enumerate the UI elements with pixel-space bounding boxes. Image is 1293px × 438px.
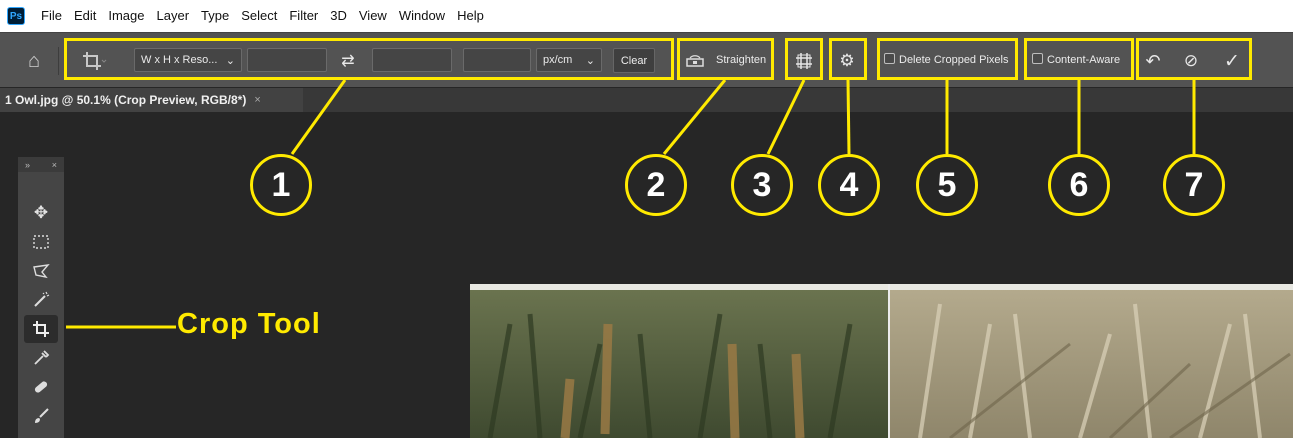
crop-frame-edge[interactable] [470, 284, 1293, 290]
move-icon[interactable]: ✥ [24, 199, 58, 227]
menu-filter[interactable]: Filter [283, 0, 324, 32]
callout-6: 6 [1048, 154, 1110, 216]
highlight-box-6 [1024, 38, 1134, 80]
menu-image[interactable]: Image [102, 0, 150, 32]
callout-3: 3 [731, 154, 793, 216]
divider [58, 47, 59, 75]
marquee-graphic [33, 235, 49, 249]
menu-type[interactable]: Type [195, 0, 235, 32]
menu-view[interactable]: View [353, 0, 393, 32]
menu-bar: Ps File Edit Image Layer Type Select Fil… [0, 0, 1293, 32]
menu-edit[interactable]: Edit [68, 0, 102, 32]
brush-icon[interactable] [24, 402, 58, 430]
menu-layer[interactable]: Layer [151, 0, 196, 32]
home-icon[interactable]: ⌂ [22, 49, 46, 73]
bandage-graphic [34, 381, 48, 393]
menu-help[interactable]: Help [451, 0, 490, 32]
tools-panel: » × ✥ [18, 157, 64, 438]
highlight-box-2 [677, 38, 774, 80]
highlight-box-3 [785, 38, 823, 80]
brush-graphic [35, 408, 49, 423]
healing-brush-icon[interactable] [24, 373, 58, 401]
callout-7: 7 [1163, 154, 1225, 216]
eyedropper-icon[interactable] [24, 344, 58, 372]
menu-file[interactable]: File [35, 0, 68, 32]
crop-grid-line [888, 284, 890, 438]
magic-wand-icon[interactable] [24, 286, 58, 314]
close-icon[interactable]: × [254, 94, 260, 106]
document-tab-bar: 1 Owl.jpg @ 50.1% (Crop Preview, RGB/8*)… [0, 88, 1293, 112]
callout-5: 5 [916, 154, 978, 216]
eyedropper-graphic [34, 350, 50, 365]
collapse-icon[interactable]: » [25, 160, 30, 170]
document-tab[interactable]: 1 Owl.jpg @ 50.1% (Crop Preview, RGB/8*)… [0, 88, 303, 112]
highlight-box-5 [877, 38, 1018, 80]
highlight-box-4 [829, 38, 867, 80]
menu-select[interactable]: Select [235, 0, 283, 32]
crop-icon[interactable] [24, 315, 58, 343]
callout-1: 1 [250, 154, 312, 216]
tools-panel-header: » × [18, 157, 64, 172]
marquee-icon[interactable] [24, 228, 58, 256]
wand-graphic [34, 291, 50, 307]
menu-window[interactable]: Window [393, 0, 451, 32]
canvas-image[interactable] [470, 284, 1293, 438]
menu-3d[interactable]: 3D [324, 0, 353, 32]
document-tab-title: 1 Owl.jpg @ 50.1% (Crop Preview, RGB/8*) [5, 93, 247, 107]
callout-4: 4 [818, 154, 880, 216]
photoshop-logo: Ps [7, 7, 25, 25]
crop-graphic [33, 321, 49, 337]
highlight-box-7 [1136, 38, 1252, 80]
close-icon[interactable]: × [52, 160, 57, 170]
crop-tool-label: Crop Tool [177, 308, 321, 340]
grass-photo [470, 284, 1293, 438]
highlight-box-1 [64, 38, 674, 80]
lasso-graphic [33, 264, 50, 279]
lasso-icon[interactable] [24, 257, 58, 285]
callout-2: 2 [625, 154, 687, 216]
